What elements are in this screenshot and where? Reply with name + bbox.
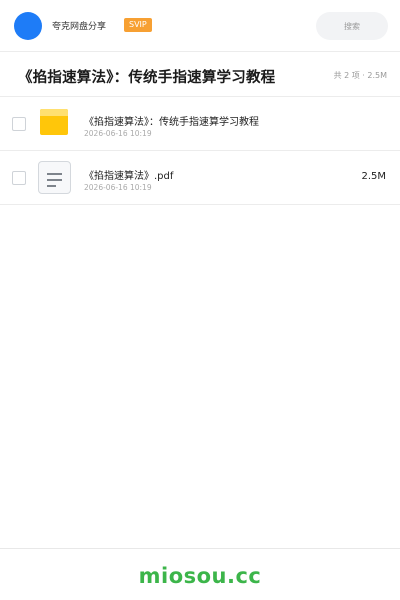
footer: miosou.cc — [0, 548, 400, 600]
page-title: 《掐指速算法》：传统手指速算学习教程 — [18, 70, 276, 86]
folder-icon — [40, 109, 68, 135]
file-date: 2026-06-16 10:19 — [84, 183, 152, 192]
top-bar: 夸克网盘分享 SVIP — [0, 0, 400, 52]
file-name[interactable]: 《掐指速算法》.pdf — [84, 167, 173, 182]
share-title-row: 《掐指速算法》：传统手指速算学习教程 共 2 项 · 2.5M — [0, 52, 400, 97]
share-summary: 共 2 项 · 2.5M — [333, 71, 387, 80]
brand-name: 夸克网盘分享 — [52, 22, 107, 32]
file-size: 2.5M — [361, 171, 386, 182]
select-checkbox[interactable] — [12, 171, 26, 185]
site-watermark: miosou.cc — [138, 564, 262, 588]
file-row-pdf[interactable]: 《掐指速算法》.pdf 2026-06-16 10:19 2.5M — [0, 151, 400, 205]
document-icon — [38, 161, 71, 194]
file-row-folder[interactable]: 《掐指速算法》：传统手指速算学习教程 2026-06-16 10:19 — [0, 97, 400, 151]
file-date: 2026-06-16 10:19 — [84, 129, 152, 138]
avatar[interactable] — [14, 12, 42, 40]
select-checkbox[interactable] — [12, 117, 26, 131]
svip-badge: SVIP — [124, 18, 152, 32]
search-input[interactable] — [316, 12, 388, 40]
file-list: 《掐指速算法》：传统手指速算学习教程 2026-06-16 10:19 《掐指速… — [0, 97, 400, 205]
file-name[interactable]: 《掐指速算法》：传统手指速算学习教程 — [84, 113, 259, 128]
